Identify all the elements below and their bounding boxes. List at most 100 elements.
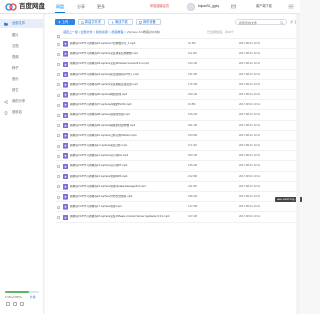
row-checkbox[interactable] — [57, 113, 60, 117]
nav-active-underline — [55, 12, 65, 14]
row-checkbox[interactable] — [57, 83, 60, 87]
table-row[interactable]: 我教程VCP学习者教程18.vsphere安装VMware vCenter Se… — [55, 212, 297, 223]
row-checkbox[interactable] — [57, 164, 60, 168]
sidebar-item-all-files[interactable]: 全部文件 — [0, 19, 44, 28]
file-name[interactable]: 我教程VCP学习者教程14.vsphere管理DRS.mp4 — [70, 175, 185, 179]
menu-icon[interactable] — [288, 4, 294, 9]
row-checkbox[interactable] — [57, 124, 60, 128]
video-file-icon — [63, 112, 68, 119]
row-checkbox[interactable] — [57, 62, 60, 66]
file-name[interactable]: 我教程VCP学习者教程05.vsphere安装网络连接配置.mp4 — [70, 83, 185, 87]
table-row[interactable]: 我教程VCP学习者教程15.vsphere管理Update-Manager6.0… — [55, 182, 297, 192]
sidebar-item-other[interactable]: 其它 — [0, 86, 44, 95]
offline-download-button[interactable]: 离线下载 — [108, 19, 133, 25]
expand-quota-link[interactable]: 扩容 — [30, 295, 36, 299]
row-checkbox[interactable] — [57, 103, 60, 107]
row-checkbox[interactable] — [57, 42, 60, 46]
sidebar-item-documents[interactable]: 文档 — [0, 42, 44, 51]
username[interactable]: bdpan91_ggey — [198, 4, 219, 9]
table-row[interactable]: 我教程VCP学习者教程02.vsphere安装体系结构参数.mp4 111.2M 2… — [55, 49, 297, 60]
scrollbar[interactable] — [296, 14, 300, 314]
row-checkbox[interactable] — [57, 73, 60, 77]
table-row[interactable]: 我教程VCP学习者教程14.vsphere管理DRS.mp4 212.8M 2017… — [55, 172, 297, 182]
file-name[interactable]: 我教程VCP学习者教程11.vsphere资源迁移.mp4 — [70, 144, 185, 148]
sidebar-item-images[interactable]: 图片 — [0, 31, 44, 40]
row-checkbox[interactable] — [57, 205, 60, 209]
tablet-icon[interactable] — [13, 302, 17, 306]
search-icon[interactable] — [280, 21, 284, 25]
share-icon — [4, 99, 8, 104]
logo[interactable]: 百度网盘 — [5, 2, 45, 12]
row-checkbox[interactable] — [57, 134, 60, 138]
sidebar-item-videos[interactable]: 视频 — [0, 53, 44, 62]
file-name[interactable]: 我教程VCP学习者教程06.vsphere网络管理.mp4 — [70, 93, 185, 97]
table-row[interactable]: 我教程VCP学习者教程05.vsphere安装网络连接配置.mp4 176.3M 2… — [55, 80, 297, 90]
table-row[interactable]: 我教程VCP学习者教程04.vsphere配置虚拟机ovf导入.mp4 131.5… — [55, 70, 297, 80]
row-checkbox[interactable] — [57, 154, 60, 158]
table-row[interactable]: 我教程VCP学习者教程17.vsphere管理.mp4 147.5M 2017-08… — [55, 202, 297, 213]
file-name[interactable]: 我教程VCP学习者教程01.vsphere介绍参数序号_1.mp4 — [70, 42, 185, 46]
sidebar-item-my-shares[interactable]: 我的分享 — [0, 97, 44, 106]
file-name[interactable]: 我教程VCP学习者教程02.vsphere安装体系结构参数.mp4 — [70, 52, 185, 56]
table-row[interactable]: 我教程VCP学习者教程10.vsphere迁移克隆vMotion.mp4 153.… — [55, 131, 297, 141]
app-title: 百度网盘 — [19, 3, 45, 10]
table-row[interactable]: 我教程VCP学习者教程06.vsphere网络管理.mp4 240.1M 2017-… — [55, 90, 297, 101]
file-name[interactable]: 我教程VCP学习者教程13.vsphere高可用FT.mp4 — [70, 164, 185, 168]
video-file-icon — [63, 82, 68, 88]
table-row[interactable]: 我教程VCP学习者教程13.vsphere高可用FT.mp4 145.2M 2017… — [55, 161, 297, 172]
file-name[interactable]: 我教程VCP学习者教程18.vsphere安装VMware vCenter Se… — [70, 215, 185, 219]
table-row[interactable]: 我教程VCP学习者教程07.vsphere存储的ISCSI.mp4 15.8M 20… — [55, 100, 297, 111]
mail-icon[interactable] — [231, 4, 236, 9]
table-row[interactable]: 我教程VCP学习者教程11.vsphere资源迁移.mp4 117.4M 2017-… — [55, 141, 297, 152]
sidebar-item-music[interactable]: 音乐 — [0, 75, 44, 84]
sidebar-item-torrents[interactable]: 种子 — [0, 64, 44, 73]
breadcrumb-my-resources[interactable]: 我的资源 — [96, 30, 108, 34]
search-input[interactable] — [239, 20, 279, 25]
file-name[interactable]: 我教程VCP学习者教程09.vsphere模板的创建参数.mp4 — [70, 124, 185, 128]
file-name[interactable]: 我教程VCP学习者教程12.vsphere高可用HA.mp4 — [70, 154, 185, 158]
client-download-link[interactable]: 客户端下载 — [256, 4, 272, 9]
row-checkbox[interactable] — [57, 195, 60, 199]
row-checkbox[interactable] — [57, 185, 60, 189]
pc-icon[interactable] — [20, 302, 24, 306]
file-name[interactable]: 我教程VCP学习者教程07.vsphere存储的ISCSI.mp4 — [70, 103, 185, 107]
new-folder-button[interactable]: 新建文件夹 — [78, 19, 105, 25]
row-checkbox[interactable] — [57, 215, 60, 219]
select-all-checkbox[interactable] — [57, 35, 60, 38]
video-file-icon — [63, 71, 68, 78]
row-checkbox[interactable] — [57, 175, 60, 179]
file-name[interactable]: 我教程VCP学习者教程17.vsphere管理.mp4 — [70, 205, 185, 209]
vip-link[interactable]: 体验超级会员 — [150, 4, 169, 9]
table-row[interactable]: 我教程VCP学习者教程09.vsphere模板的创建参数.mp4 181.2M 20… — [55, 121, 297, 131]
table-row[interactable]: 我教程VCP学习者教程03.vsphere安装Windows-Vcenter6.… — [55, 59, 297, 70]
breadcrumb-back[interactable]: 返回上一级 — [63, 30, 78, 34]
row-checkbox[interactable] — [57, 93, 60, 97]
file-name[interactable]: 我教程VCP学习者教程03.vsphere安装Windows-Vcenter6.… — [70, 62, 185, 66]
table-row[interactable]: 我教程VCP学习者教程16.vsphere分布式交换机.mp4 196.2M 201… — [55, 192, 297, 203]
file-date: 2017-08-01 13:11 — [239, 113, 261, 117]
file-name[interactable]: 我教程VCP学习者教程04.vsphere配置虚拟机ovf导入.mp4 — [70, 73, 185, 77]
sort-icon[interactable] — [290, 20, 294, 24]
breadcrumb-video-tutorials[interactable]: 视频教程 — [111, 30, 123, 34]
table-row[interactable]: 我教程VCP学习者教程01.vsphere介绍参数序号_1.mp4 91.3M 20… — [55, 39, 297, 50]
nav-share[interactable]: 分享 — [77, 3, 85, 10]
sidebar-item-recycle-bin[interactable]: 回收站 — [0, 108, 44, 117]
row-checkbox[interactable] — [57, 52, 60, 56]
video-file-icon — [63, 92, 68, 98]
sidebar-item-label: 其它 — [12, 88, 19, 92]
file-name[interactable]: 我教程VCP学习者教程10.vsphere迁移克隆vMotion.mp4 — [70, 134, 185, 138]
avatar[interactable] — [187, 3, 195, 11]
file-name[interactable]: 我教程VCP学习者教程16.vsphere分布式交换机.mp4 — [70, 195, 185, 199]
breadcrumb-all-files[interactable]: 全部文件 — [80, 30, 92, 34]
my-device-button[interactable]: 我的设备 — [136, 19, 161, 25]
table-row[interactable]: 我教程VCP学习者教程08.vsphere虚拟化管理.mp4 126.2M 2017… — [55, 110, 297, 121]
nav-netdisk[interactable]: 网盘 — [56, 3, 64, 10]
table-row[interactable]: 我教程VCP学习者教程12.vsphere高可用HA.mp4 203.1M 2017… — [55, 151, 297, 162]
file-name[interactable]: 我教程VCP学习者教程08.vsphere虚拟化管理.mp4 — [70, 113, 185, 117]
row-checkbox[interactable] — [57, 144, 60, 148]
nav-more[interactable]: 更多 — [97, 3, 105, 10]
phone-icon[interactable] — [6, 302, 10, 306]
upload-button[interactable]: 上传 — [55, 19, 75, 25]
download-icon — [111, 21, 114, 24]
file-name[interactable]: 我教程VCP学习者教程15.vsphere管理Update-Manager6.0… — [70, 185, 185, 189]
